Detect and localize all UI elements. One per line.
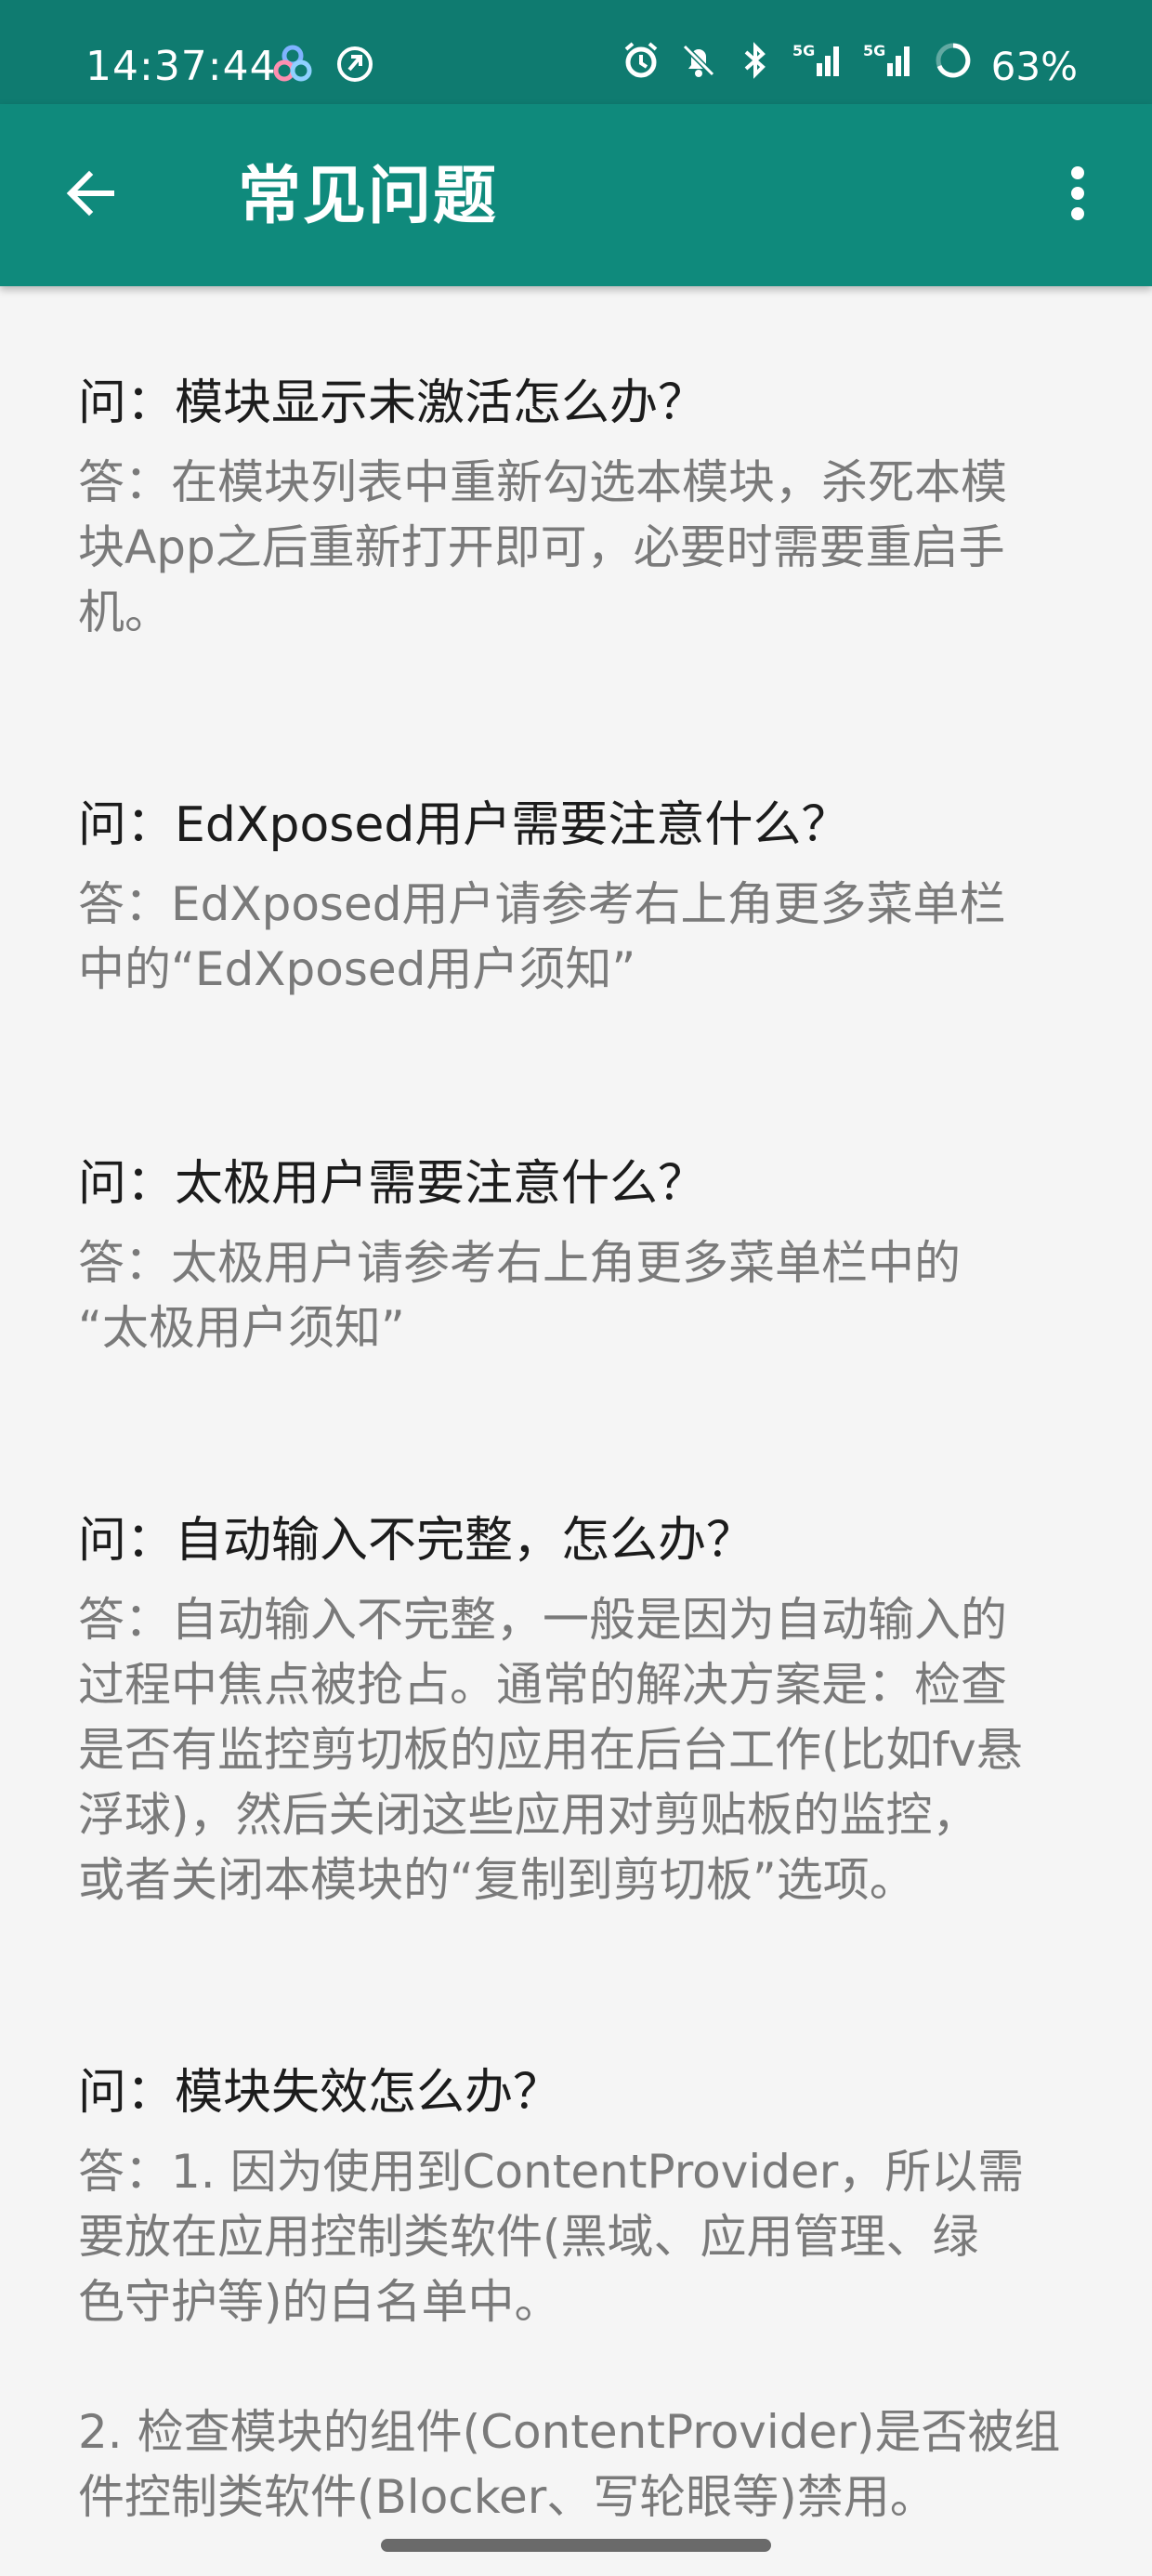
status-right-icons: 5G 5G 63% <box>622 41 1078 93</box>
faq-question: 问：模块失效怎么办？ <box>78 2065 562 2121</box>
home-indicator[interactable] <box>381 2539 771 2552</box>
faq-item: 问：模块显示未激活怎么办？ 答：在模块列表中重新勾选本模块，杀死本模 块App之… <box>78 370 1081 645</box>
status-time: 14:37:44 <box>85 43 277 90</box>
faq-list[interactable]: 问：模块显示未激活怎么办？ 答：在模块列表中重新勾选本模块，杀死本模 块App之… <box>0 286 1152 2576</box>
status-bar: 14:37:44 5G 5G 63% <box>0 0 1152 104</box>
page-title: 常见问题 <box>238 160 499 233</box>
faq-item: 问：EdXposed用户需要注意什么？ 答：EdXposed用户请参考右上角更多… <box>78 792 1081 1002</box>
svg-text:5G: 5G <box>792 42 815 59</box>
faq-question: 问：模块显示未激活怎么办？ <box>78 375 707 431</box>
faq-answer: 答：在模块列表中重新勾选本模块，杀死本模 块App之后重新打开即可，必要时需要重… <box>78 455 1007 639</box>
alarm-icon <box>622 41 661 93</box>
faq-answer: 答：自动输入不完整，一般是因为自动输入的 过程中焦点被抢占。通常的解决方案是：检… <box>78 1593 1023 1907</box>
more-vert-icon <box>1068 164 1087 227</box>
faq-answer: 答：1. 因为使用到ContentProvider，所以需 要放在应用控制类软件… <box>78 2145 1025 2329</box>
faq-question: 问：太极用户需要注意什么？ <box>78 1156 707 1212</box>
back-button[interactable] <box>54 158 128 232</box>
svg-text:5G: 5G <box>863 42 885 59</box>
bluetooth-icon <box>737 41 774 93</box>
more-options-button[interactable] <box>1041 156 1115 234</box>
faq-answer: 答：EdXposed用户请参考右上角更多菜单栏 中的“EdXposed用户须知” <box>78 877 1006 996</box>
multi-color-app-icon <box>271 43 314 89</box>
faq-item: 问：太极用户需要注意什么？ 答：太极用户请参考右上角更多菜单栏中的 “太极用户须… <box>78 1150 1081 1360</box>
arrow-left-icon <box>63 165 119 225</box>
status-left-icons <box>271 43 375 89</box>
battery-percent: 63% <box>990 44 1078 89</box>
battery-ring-icon <box>934 41 973 93</box>
faq-answer-continued: 2. 检查模块的组件(ContentProvider)是否被组 件控制类软件(B… <box>78 2405 1061 2524</box>
app-bar: 常见问题 <box>0 104 1152 286</box>
faq-answer: 答：太极用户请参考右上角更多菜单栏中的 “太极用户须知” <box>78 1236 961 1355</box>
signal-5g-icon: 5G <box>792 41 844 93</box>
faq-question: 问：EdXposed用户需要注意什么？ <box>78 797 850 853</box>
faq-item: 问：模块失效怎么办？ 答：1. 因为使用到ContentProvider，所以需… <box>78 2059 1081 2530</box>
notifications-off-icon <box>679 41 718 93</box>
signal-5g-icon: 5G <box>863 41 915 93</box>
disabled-sync-icon <box>334 44 375 88</box>
faq-item: 问：自动输入不完整，怎么办？ 答：自动输入不完整，一般是因为自动输入的 过程中焦… <box>78 1507 1081 1912</box>
faq-question: 问：自动输入不完整，怎么办？ <box>78 1513 755 1569</box>
